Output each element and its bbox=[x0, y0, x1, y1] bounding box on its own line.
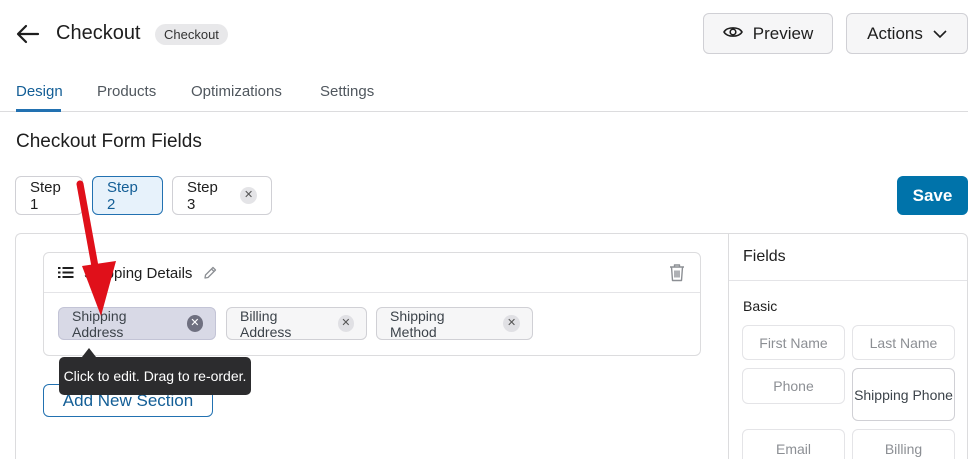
back-arrow-icon[interactable] bbox=[14, 20, 42, 48]
field-phone[interactable]: Phone bbox=[742, 368, 845, 404]
drag-handle-icon[interactable] bbox=[58, 266, 74, 284]
page-title: Checkout bbox=[56, 22, 141, 44]
step-label: Step 2 bbox=[107, 178, 138, 213]
field-email[interactable]: Email bbox=[742, 429, 845, 459]
divider bbox=[729, 280, 967, 281]
remove-field-icon[interactable]: ✕ bbox=[186, 315, 203, 332]
remove-field-icon[interactable]: ✕ bbox=[503, 315, 520, 332]
section-title-text: Shipping Details bbox=[84, 265, 193, 282]
chevron-down-icon bbox=[933, 24, 947, 44]
preview-button[interactable]: Preview bbox=[703, 13, 833, 54]
field-billing[interactable]: Billing bbox=[852, 429, 955, 459]
actions-label: Actions bbox=[867, 23, 923, 43]
field-first-name[interactable]: First Name bbox=[742, 325, 845, 360]
tooltip-pointer bbox=[82, 348, 96, 357]
tab-settings[interactable]: Settings bbox=[320, 83, 374, 100]
field-shipping-phone[interactable]: Shipping Phone bbox=[852, 368, 955, 421]
step-label: Step 1 bbox=[30, 178, 61, 213]
actions-dropdown-button[interactable]: Actions bbox=[846, 13, 968, 54]
field-group-label: Basic bbox=[743, 298, 778, 314]
tab-design[interactable]: Design bbox=[16, 83, 63, 100]
tab-products[interactable]: Products bbox=[97, 83, 156, 100]
chip-label: Billing Address bbox=[240, 307, 292, 340]
section-title: Checkout Form Fields bbox=[16, 131, 202, 152]
chip-label: Shipping Address bbox=[72, 307, 127, 340]
section-card: Shipping Details Shipping Address ✕ Bill… bbox=[43, 252, 701, 356]
page-type-badge: Checkout bbox=[155, 24, 228, 45]
trash-icon[interactable] bbox=[668, 263, 686, 287]
step-label: Step 3 bbox=[187, 178, 218, 213]
field-chip-billing-address[interactable]: Billing Address ✕ bbox=[226, 307, 367, 340]
chip-label: Shipping Method bbox=[390, 307, 445, 340]
remove-step-icon[interactable]: ✕ bbox=[240, 187, 257, 204]
step-1-tab[interactable]: Step 1 bbox=[15, 176, 83, 215]
tab-bar: Design Products Optimizations Settings bbox=[0, 70, 968, 112]
preview-label: Preview bbox=[752, 23, 814, 43]
field-chip-shipping-method[interactable]: Shipping Method ✕ bbox=[376, 307, 533, 340]
field-chip-shipping-address[interactable]: Shipping Address ✕ bbox=[58, 307, 216, 340]
step-2-tab[interactable]: Step 2 bbox=[92, 176, 163, 215]
field-last-name[interactable]: Last Name bbox=[852, 325, 955, 360]
fields-panel-title: Fields bbox=[743, 248, 786, 265]
section-card-header: Shipping Details bbox=[44, 253, 700, 293]
active-tab-indicator bbox=[16, 109, 61, 112]
page-header: Checkout Checkout Preview Actions bbox=[0, 0, 979, 70]
save-button[interactable]: Save bbox=[897, 176, 968, 215]
remove-field-icon[interactable]: ✕ bbox=[337, 315, 354, 332]
eye-icon bbox=[722, 24, 743, 44]
pencil-icon[interactable] bbox=[202, 265, 218, 286]
tab-optimizations[interactable]: Optimizations bbox=[191, 83, 282, 100]
step-3-tab[interactable]: Step 3 ✕ bbox=[172, 176, 272, 215]
tooltip: Click to edit. Drag to re-order. bbox=[59, 357, 251, 395]
fields-panel: Fields Basic First Name Last Name Phone … bbox=[728, 233, 968, 459]
